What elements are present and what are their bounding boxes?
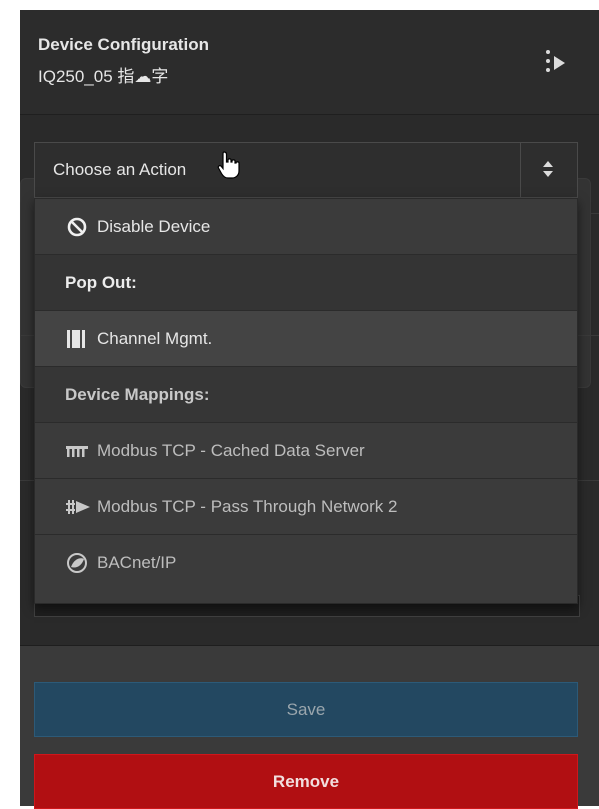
play-arrow-icon	[554, 56, 565, 70]
menu-item-label: Disable Device	[97, 216, 211, 236]
menu-item-disable-device[interactable]: Disable Device	[35, 199, 577, 255]
remove-button[interactable]: Remove	[34, 754, 578, 809]
hand-cursor-icon	[216, 150, 242, 180]
menu-item-modbus-cached-data-server[interactable]: Modbus TCP - Cached Data Server	[35, 423, 577, 479]
menu-item-channel-mgmt[interactable]: Channel Mgmt.	[35, 311, 577, 367]
bacnet-icon	[65, 551, 89, 575]
channels-icon	[65, 327, 89, 351]
menu-item-label: Modbus TCP - Pass Through Network 2	[97, 496, 398, 516]
menu-item-label: Channel Mgmt.	[97, 328, 213, 348]
cached-server-icon	[65, 439, 89, 463]
vertical-dots-icon	[546, 50, 550, 76]
select-arrows-icon[interactable]	[520, 143, 577, 197]
device-configuration-panel: Device Configuration IQ250_05 指☁字 Choose…	[20, 10, 599, 809]
menu-group-device-mappings: Device Mappings:	[35, 367, 577, 423]
more-options-menu-button[interactable]	[540, 50, 572, 80]
pass-through-icon	[65, 495, 90, 519]
panel-header: Device Configuration IQ250_05 指☁字	[20, 10, 599, 115]
device-name: IQ250_05 指☁字	[38, 67, 169, 86]
menu-item-bacnet-ip[interactable]: BACnet/IP	[35, 535, 577, 591]
menu-group-label: Device Mappings:	[65, 384, 210, 404]
action-select-value: Choose an Action	[53, 160, 187, 179]
save-button[interactable]: Save	[34, 682, 578, 737]
menu-group-label: Pop Out:	[65, 272, 137, 292]
ban-icon	[65, 215, 89, 239]
menu-item-label: BACnet/IP	[97, 553, 177, 572]
menu-item-modbus-pass-through-network-2[interactable]: Modbus TCP - Pass Through Network 2	[35, 479, 577, 535]
action-dropdown-menu: Disable Device Pop Out: Channel Mgmt. De…	[34, 198, 578, 604]
panel-footer: Save Remove	[20, 645, 599, 809]
menu-group-pop-out: Pop Out:	[35, 255, 577, 311]
action-select[interactable]: Choose an Action	[34, 142, 578, 198]
menu-item-label: Modbus TCP - Cached Data Server	[97, 440, 365, 460]
panel-title: Device Configuration	[38, 35, 209, 54]
